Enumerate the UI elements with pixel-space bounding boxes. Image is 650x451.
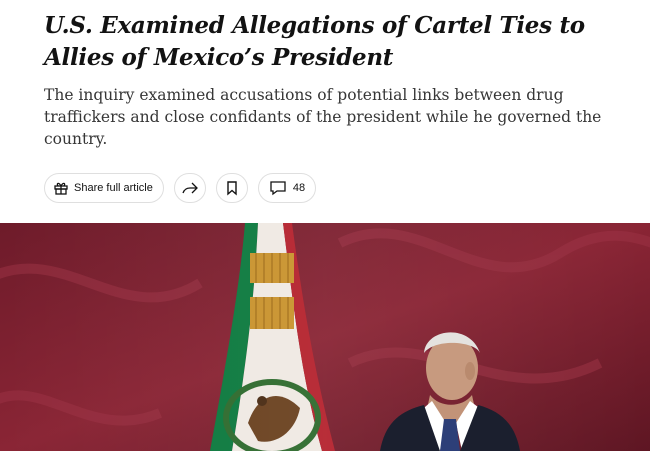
share-full-article-button[interactable]: Share full article xyxy=(44,173,164,203)
save-bookmark-button[interactable] xyxy=(215,173,248,203)
share-arrow-icon xyxy=(181,180,199,196)
gift-icon xyxy=(53,180,69,196)
comments-count: 48 xyxy=(292,182,306,194)
article-photo xyxy=(0,223,650,451)
comments-button[interactable]: 48 xyxy=(257,173,317,203)
article-summary: The inquiry examined accusations of pote… xyxy=(44,86,602,148)
share-arrow-button[interactable] xyxy=(173,173,206,203)
comment-bubble-icon xyxy=(269,180,287,196)
share-label: Share full article xyxy=(74,182,153,194)
bookmark-icon xyxy=(225,180,239,196)
article-toolbar: Share full article 48 xyxy=(44,172,317,204)
article-headline: U.S. Examined Allegations of Cartel Ties… xyxy=(44,12,585,71)
